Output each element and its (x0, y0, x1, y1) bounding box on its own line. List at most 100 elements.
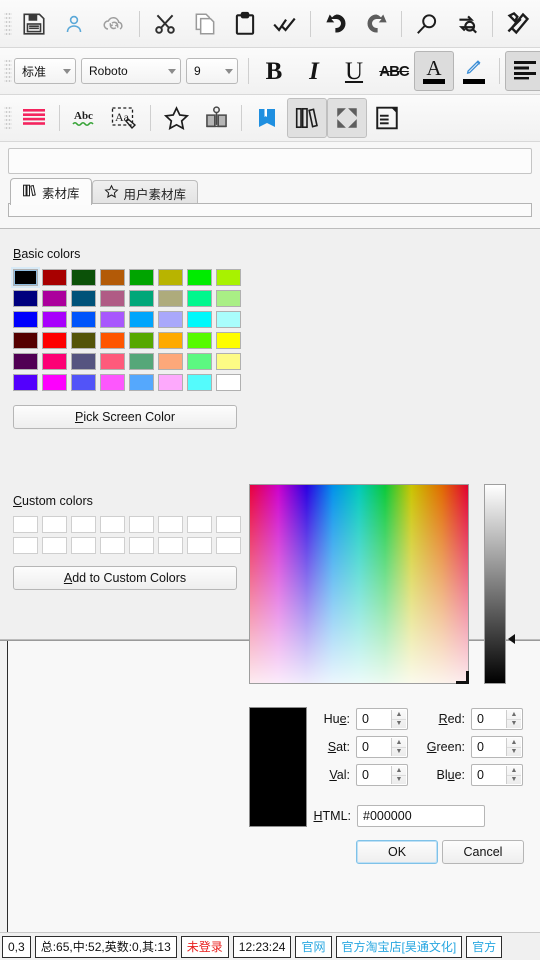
font-color-button[interactable]: A (414, 51, 454, 91)
basic-color-swatch[interactable] (42, 269, 67, 286)
toolbar-grip[interactable] (4, 105, 12, 131)
basic-color-swatch[interactable] (129, 353, 154, 370)
basic-color-swatch[interactable] (158, 311, 183, 328)
custom-color-swatch[interactable] (187, 537, 212, 554)
basic-color-swatch[interactable] (100, 374, 125, 391)
basic-color-swatch[interactable] (158, 374, 183, 391)
spin-down-icon[interactable]: ▼ (507, 748, 521, 757)
check-all-button[interactable] (265, 4, 305, 44)
custom-color-swatch[interactable] (71, 516, 96, 533)
fullscreen-button[interactable] (327, 98, 367, 138)
basic-color-swatch[interactable] (187, 311, 212, 328)
custom-color-swatch[interactable] (129, 537, 154, 554)
blue-spinner[interactable]: ▲ ▼ (506, 766, 521, 784)
custom-colors-grid[interactable] (13, 516, 241, 554)
basic-color-swatch[interactable] (100, 290, 125, 307)
toolbar-grip[interactable] (4, 58, 12, 84)
favorite-button[interactable] (156, 98, 196, 138)
basic-color-swatch[interactable] (71, 374, 96, 391)
red-spinner[interactable]: ▲ ▼ (506, 710, 521, 728)
basic-color-swatch[interactable] (187, 353, 212, 370)
taobao-shop-link-cell[interactable]: 官方淘宝店[昊通文化] (335, 935, 463, 958)
red-input[interactable]: 0 ▲ ▼ (471, 708, 523, 730)
hue-spinner[interactable]: ▲ ▼ (391, 710, 406, 728)
value-input[interactable]: 0 ▲ ▼ (356, 764, 408, 786)
spin-up-icon[interactable]: ▲ (392, 766, 406, 776)
basic-color-swatch[interactable] (100, 269, 125, 286)
custom-color-swatch[interactable] (13, 537, 38, 554)
font-family-combo[interactable]: Roboto (81, 58, 181, 84)
pick-screen-color-button[interactable]: Pick Screen Color (13, 405, 237, 429)
cloud-sync-button[interactable] (94, 4, 134, 44)
custom-color-swatch[interactable] (129, 516, 154, 533)
undo-button[interactable] (316, 4, 356, 44)
spin-down-icon[interactable]: ▼ (507, 720, 521, 729)
green-spinner[interactable]: ▲ ▼ (506, 738, 521, 756)
basic-color-swatch[interactable] (187, 290, 212, 307)
basic-colors-grid[interactable] (11, 267, 241, 391)
custom-color-swatch[interactable] (216, 516, 241, 533)
highlight-color-button[interactable] (454, 51, 494, 91)
paragraph-style-combo[interactable]: 标准 (14, 58, 76, 84)
spin-up-icon[interactable]: ▲ (507, 766, 521, 776)
basic-color-swatch[interactable] (100, 332, 125, 349)
insert-symbol-button[interactable] (196, 98, 236, 138)
font-size-combo[interactable]: 9 (186, 58, 238, 84)
basic-color-swatch[interactable] (187, 332, 212, 349)
tab-material-library[interactable]: 素材库 (10, 178, 92, 205)
basic-color-swatch[interactable] (216, 332, 241, 349)
basic-color-swatch[interactable] (13, 311, 38, 328)
align-left-button[interactable] (505, 51, 540, 91)
basic-color-swatch[interactable] (42, 332, 67, 349)
basic-color-swatch[interactable] (129, 269, 154, 286)
basic-color-swatch[interactable] (13, 332, 38, 349)
spin-down-icon[interactable]: ▼ (392, 776, 406, 785)
basic-color-swatch[interactable] (100, 353, 125, 370)
basic-color-swatch[interactable] (71, 290, 96, 307)
basic-color-swatch[interactable] (71, 269, 96, 286)
text-effect-button[interactable]: Aa (105, 98, 145, 138)
saturation-input[interactable]: 0 ▲ ▼ (356, 736, 408, 758)
html-input[interactable]: #000000 (357, 805, 485, 827)
custom-color-swatch[interactable] (71, 537, 96, 554)
value-spinner[interactable]: ▲ ▼ (391, 766, 406, 784)
official-extra-link-cell[interactable]: 官方 (466, 935, 503, 958)
blue-input[interactable]: 0 ▲ ▼ (471, 764, 523, 786)
basic-color-swatch[interactable] (100, 311, 125, 328)
custom-color-swatch[interactable] (187, 516, 212, 533)
outline-button[interactable] (367, 98, 407, 138)
tools-button[interactable] (498, 4, 538, 44)
bold-button[interactable]: B (254, 51, 294, 91)
search-input[interactable] (8, 148, 532, 174)
basic-color-swatch[interactable] (216, 290, 241, 307)
custom-color-swatch[interactable] (158, 537, 183, 554)
custom-color-swatch[interactable] (100, 516, 125, 533)
basic-color-swatch[interactable] (158, 290, 183, 307)
custom-color-swatch[interactable] (13, 516, 38, 533)
basic-color-swatch[interactable] (71, 332, 96, 349)
ok-button[interactable]: OK (356, 840, 438, 864)
basic-color-swatch[interactable] (42, 353, 67, 370)
basic-color-swatch[interactable] (187, 374, 212, 391)
save-button[interactable] (14, 4, 54, 44)
basic-color-swatch[interactable] (187, 269, 212, 286)
basic-color-swatch[interactable] (13, 290, 38, 307)
spellcheck-button[interactable]: Abc (65, 98, 105, 138)
basic-color-swatch[interactable] (13, 353, 38, 370)
basic-color-swatch[interactable] (42, 311, 67, 328)
basic-color-swatch[interactable] (158, 269, 183, 286)
basic-color-swatch[interactable] (216, 353, 241, 370)
material-library-button[interactable] (287, 98, 327, 138)
basic-color-swatch[interactable] (216, 311, 241, 328)
basic-color-swatch[interactable] (129, 311, 154, 328)
redo-button[interactable] (356, 4, 396, 44)
basic-color-swatch[interactable] (129, 374, 154, 391)
basic-color-swatch[interactable] (158, 353, 183, 370)
basic-color-swatch[interactable] (71, 311, 96, 328)
account-button[interactable] (54, 4, 94, 44)
basic-color-swatch[interactable] (129, 290, 154, 307)
spin-up-icon[interactable]: ▲ (507, 738, 521, 748)
basic-color-swatch[interactable] (129, 332, 154, 349)
basic-color-swatch[interactable] (42, 374, 67, 391)
value-slider[interactable] (484, 484, 506, 684)
